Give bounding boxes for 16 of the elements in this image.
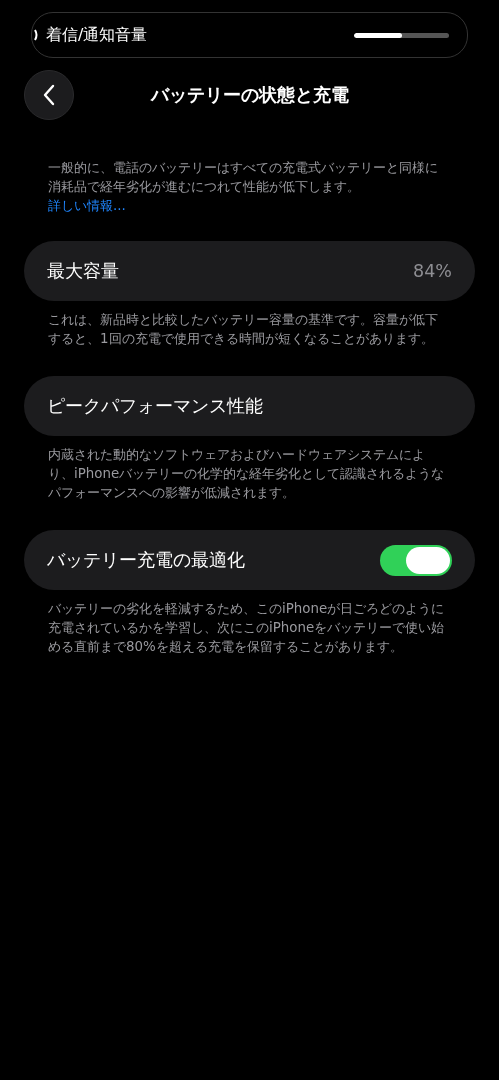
volume-slider[interactable] [354,32,449,38]
row-label: バッテリー充電の最適化 [47,549,246,572]
row-label: ピークパフォーマンス性能 [47,395,264,418]
page-title: バッテリーの状態と充電 [149,83,350,107]
toggle-switch[interactable] [380,544,452,576]
chevron-left-icon [43,84,55,106]
learn-more-link[interactable]: 詳しい情報... [48,196,126,215]
intro-text: 一般的に、電話のバッテリーはすべての充電式バッテリーと同様に消耗品で経年劣化が進むにつれて性能が低下します。 詳しい情報... [47,159,439,215]
back-button[interactable] [24,70,74,120]
row-label: 最大容量 [47,260,120,283]
footer-text: これは、新品時と比較したバッテリー容量の基準です。容量が低下すると、1回の充電で使用できる時間が短くなることがあります。 [47,311,439,348]
row-value: 84% [413,261,452,281]
footer-text: バッテリーの劣化を軽減するため、このiPhoneが日ごろどのように充電されているかを学習し、次にこのiPhoneをバッテリーで使い始める直前まで80%を超える充電を保留することがあります。 [47,600,446,656]
volume-label: 着信/通知音量 [46,24,149,46]
footer-text: 内蔵された動的なソフトウェアおよびハードウェアシステムにより、iPhoneバッテリーの化学的な経年劣化として認識されるようなパフォーマンスへの影響が低減されます。 [47,446,446,502]
settings-row[interactable]: ピークパフォーマンス性能 [24,376,475,436]
